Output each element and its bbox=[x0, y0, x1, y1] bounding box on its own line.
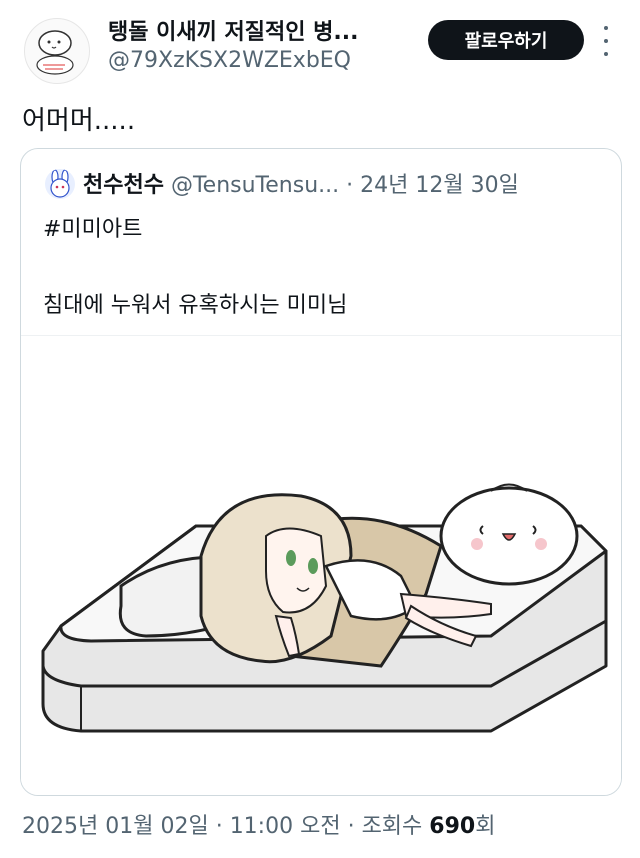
author-display-name[interactable]: 탱돌 이새끼 저질적인 병... bbox=[108, 14, 358, 46]
follow-button[interactable]: 팔로우하기 bbox=[428, 20, 584, 60]
quoted-body-text: 침대에 누워서 유혹하시는 미미님 bbox=[43, 293, 348, 318]
more-vertical-icon[interactable] bbox=[598, 26, 614, 56]
tweet-date[interactable]: 2025년 01월 02일 bbox=[22, 814, 209, 839]
more-dot bbox=[604, 52, 608, 56]
quoted-header: 천수천수 @TensuTensu... · 24년 12월 30일 bbox=[83, 167, 519, 199]
meta-separator: · bbox=[347, 814, 355, 839]
quoted-media-image[interactable] bbox=[21, 335, 621, 795]
illustration-girl-on-bed bbox=[41, 483, 608, 733]
quoted-display-name[interactable]: 천수천수 bbox=[83, 173, 164, 198]
follow-button-label: 팔로우하기 bbox=[464, 31, 548, 52]
views-suffix: 회 bbox=[475, 814, 496, 839]
quoted-date[interactable]: 24년 12월 30일 bbox=[360, 173, 519, 198]
author-handle[interactable]: @79XzKSX2WZExbEQ bbox=[108, 48, 351, 73]
quoted-separator: · bbox=[346, 173, 354, 198]
tweet-meta: 2025년 01월 02일 · 11:00 오전 · 조회수 690회 bbox=[22, 808, 495, 840]
tweet-text: 어머머..... bbox=[22, 106, 136, 136]
views-label: 조회수 bbox=[361, 814, 423, 839]
tweet-time[interactable]: 11:00 오전 bbox=[230, 814, 341, 839]
meta-separator: · bbox=[215, 814, 223, 839]
quoted-author-avatar[interactable] bbox=[45, 169, 75, 199]
quoted-tweet-card[interactable]: 천수천수 @TensuTensu... · 24년 12월 30일 #미미아트 … bbox=[20, 148, 622, 796]
more-dot bbox=[604, 39, 608, 43]
quoted-handle[interactable]: @TensuTensu... bbox=[171, 173, 339, 198]
views-count: 690 bbox=[429, 814, 476, 839]
author-avatar[interactable] bbox=[24, 18, 90, 84]
more-dot bbox=[604, 26, 608, 30]
quoted-hashtag[interactable]: #미미아트 bbox=[43, 211, 142, 243]
bunny-avatar-icon bbox=[50, 169, 70, 198]
doodle-avatar-icon bbox=[36, 30, 74, 75]
